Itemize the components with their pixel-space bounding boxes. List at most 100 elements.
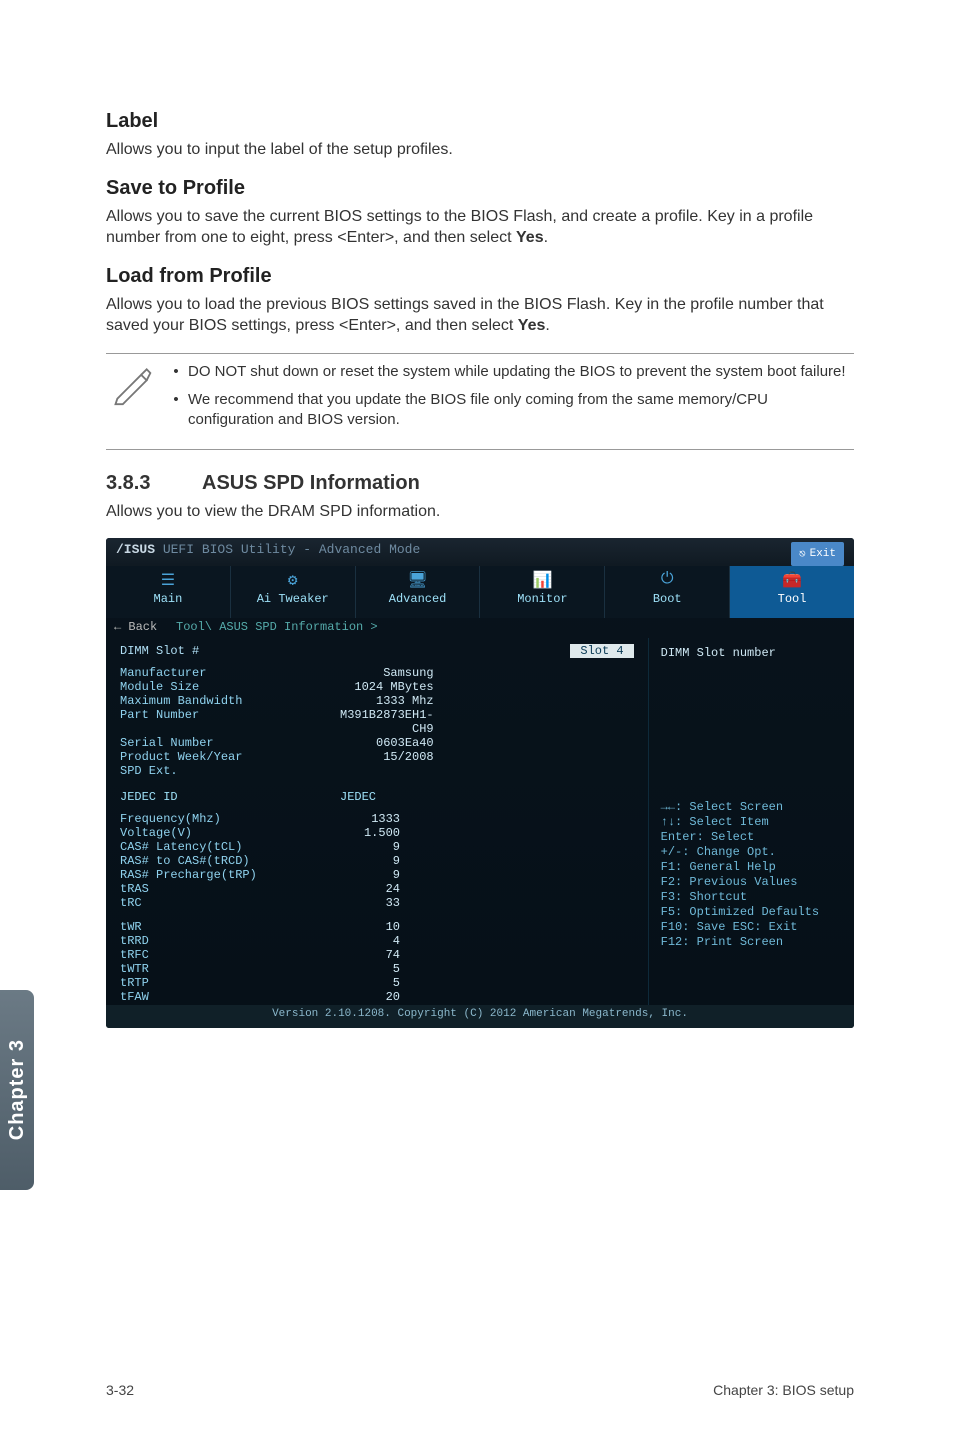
freq-val: 1333 (340, 812, 400, 826)
save-body: Allows you to save the current BIOS sett… (106, 206, 854, 249)
tab-tweaker-label: Ai Tweaker (231, 592, 355, 606)
trfc-label: tRFC (120, 948, 340, 962)
tab-main[interactable]: ☰ Main (106, 566, 231, 618)
tweaker-icon: ⚙ (231, 570, 355, 590)
freq-label: Frequency(Mhz) (120, 812, 340, 826)
tras-val: 24 (340, 882, 400, 896)
tab-main-label: Main (106, 592, 230, 606)
help-7: F3: Shortcut (661, 890, 842, 904)
trc-val: 33 (340, 896, 400, 910)
cas-val: 9 (340, 840, 400, 854)
module-label: Module Size (120, 680, 340, 694)
back-link[interactable]: ← Back (114, 620, 157, 634)
tab-advanced-label: Advanced (356, 592, 480, 606)
save-body-pre: Allows you to save the current BIOS sett… (106, 208, 813, 247)
twr-label: tWR (120, 920, 340, 934)
label-heading: Label (106, 110, 854, 133)
bios-footer: Version 2.10.1208. Copyright (C) 2012 Am… (106, 1005, 854, 1028)
breadcrumb: Tool\ ASUS SPD Information > (176, 620, 378, 634)
save-heading: Save to Profile (106, 177, 854, 200)
save-body-bold: Yes (516, 229, 544, 246)
help-list: →←: Select Screen ↑↓: Select Item Enter:… (661, 800, 842, 949)
part-val: M391B2873EH1-CH9 (340, 708, 634, 736)
tab-boot-label: Boot (605, 592, 729, 606)
load-body-pre: Allows you to load the previous BIOS set… (106, 296, 824, 335)
label-body: Allows you to input the label of the set… (106, 139, 854, 161)
chapter-side-text: Chapter 3 (6, 1039, 29, 1140)
help-8: F5: Optimized Defaults (661, 905, 842, 919)
note-box: • DO NOT shut down or reset the system w… (106, 353, 854, 450)
note-item-2: • We recommend that you update the BIOS … (164, 390, 850, 431)
tab-tool[interactable]: 🧰 Tool (730, 566, 854, 618)
tool-icon: 🧰 (730, 570, 854, 590)
manufacturer-label: Manufacturer (120, 666, 340, 680)
help-6: F2: Previous Values (661, 875, 842, 889)
bandwidth-label: Maximum Bandwidth (120, 694, 340, 708)
tab-monitor-label: Monitor (480, 592, 604, 606)
chapter-footer: Chapter 3: BIOS setup (713, 1382, 854, 1398)
cas-label: CAS# Latency(tCL) (120, 840, 340, 854)
boot-icon: ⏻ (605, 570, 729, 590)
subsection-title: ASUS SPD Information (202, 472, 420, 495)
trc-label: tRC (120, 896, 340, 910)
precharge-val: 9 (340, 868, 400, 882)
jedec-col: JEDEC (340, 790, 376, 804)
help-2: ↑↓: Select Item (661, 815, 842, 829)
tab-advanced[interactable]: 🖥 Advanced (356, 566, 481, 618)
page-number: 3-32 (106, 1382, 134, 1398)
tab-boot[interactable]: ⏻ Boot (605, 566, 730, 618)
right-header: DIMM Slot number (661, 646, 842, 660)
dimm-slot-select[interactable]: Slot 4 (570, 644, 633, 658)
load-body-post: . (545, 317, 549, 334)
week-label: Product Week/Year (120, 750, 340, 764)
subsection-intro: Allows you to view the DRAM SPD informat… (106, 501, 854, 523)
trfc-val: 74 (340, 948, 400, 962)
serial-val: 0603Ea40 (340, 736, 634, 750)
spdext-val (340, 764, 634, 778)
jedec-label: JEDEC ID (120, 790, 340, 804)
module-val: 1024 MBytes (340, 680, 634, 694)
exit-label: Exit (810, 548, 836, 560)
main-icon: ☰ (106, 570, 230, 590)
rastocas-label: RAS# to CAS#(tRCD) (120, 854, 340, 868)
spd-info-table: ManufacturerSamsung Module Size1024 MByt… (120, 666, 634, 778)
load-heading: Load from Profile (106, 265, 854, 288)
tfaw-label: tFAW (120, 990, 340, 1004)
tras-label: tRAS (120, 882, 340, 896)
trtp-label: tRTP (120, 976, 340, 990)
chapter-side-tab: Chapter 3 (0, 990, 34, 1190)
rastocas-val: 9 (340, 854, 400, 868)
bandwidth-val: 1333 Mhz (340, 694, 634, 708)
precharge-label: RAS# Precharge(tRP) (120, 868, 340, 882)
save-body-post: . (544, 229, 548, 246)
note-item-1: • DO NOT shut down or reset the system w… (164, 362, 850, 382)
volt-label: Voltage(V) (120, 826, 340, 840)
exit-icon: ⎋ (799, 547, 806, 561)
bios-tabs: ☰ Main ⚙ Ai Tweaker 🖥 Advanced 📊 Monitor… (106, 566, 854, 618)
dimm-slot-label: DIMM Slot # (120, 644, 199, 658)
manufacturer-val: Samsung (340, 666, 634, 680)
trrd-label: tRRD (120, 934, 340, 948)
tab-tweaker[interactable]: ⚙ Ai Tweaker (231, 566, 356, 618)
exit-button[interactable]: ⎋ Exit (791, 542, 844, 566)
trrd-val: 4 (340, 934, 400, 948)
load-body-bold: Yes (518, 317, 546, 334)
week-val: 15/2008 (340, 750, 634, 764)
help-3: Enter: Select (661, 830, 842, 844)
twtr-val: 5 (340, 962, 400, 976)
bios-screenshot: /ISUS UEFI BIOS Utility - Advanced Mode … (106, 538, 854, 1028)
tfaw-val: 20 (340, 990, 400, 1004)
note-1-text: DO NOT shut down or reset the system whi… (188, 362, 846, 382)
tab-tool-label: Tool (730, 592, 854, 606)
trtp-val: 5 (340, 976, 400, 990)
tab-monitor[interactable]: 📊 Monitor (480, 566, 605, 618)
part-label: Part Number (120, 708, 340, 736)
timing-table: Frequency(Mhz)1333 Voltage(V)1.500 CAS# … (120, 812, 634, 1004)
note-2-text: We recommend that you update the BIOS fi… (188, 390, 850, 431)
volt-val: 1.500 (340, 826, 400, 840)
bios-title: UEFI BIOS Utility - Advanced Mode (163, 542, 420, 557)
help-5: F1: General Help (661, 860, 842, 874)
twtr-label: tWTR (120, 962, 340, 976)
note-pen-icon (110, 362, 164, 439)
subsection-number: 3.8.3 (106, 472, 202, 495)
